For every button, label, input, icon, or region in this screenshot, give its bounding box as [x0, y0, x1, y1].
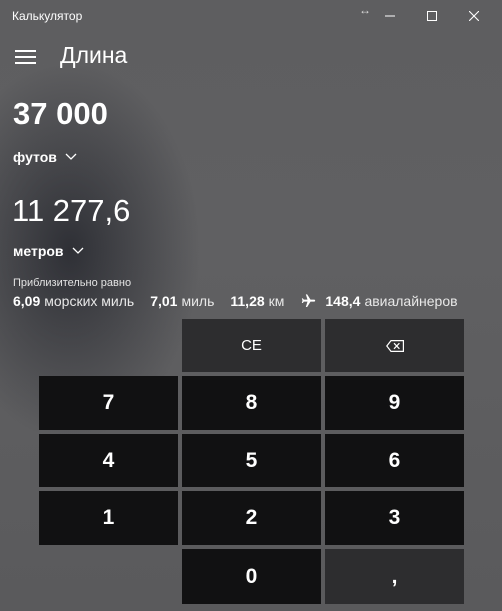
- digit-5-button[interactable]: 5: [182, 434, 321, 487]
- approx-item-km: 11,28 км: [230, 293, 284, 309]
- calculator-window: Калькулятор ↔ Длина 37 000 футов 11 277,…: [0, 0, 502, 611]
- digit-0-button[interactable]: 0: [182, 549, 321, 604]
- airplane-icon: [300, 293, 317, 309]
- close-button[interactable]: [456, 0, 492, 32]
- title-bar[interactable]: Калькулятор ↔: [0, 0, 502, 32]
- to-unit-label: метров: [13, 243, 64, 259]
- minimize-icon: [385, 15, 395, 17]
- backspace-button[interactable]: [325, 319, 464, 372]
- close-icon: [469, 11, 479, 21]
- maximize-icon: [427, 11, 437, 21]
- maximize-button[interactable]: [414, 0, 450, 32]
- minimize-button[interactable]: [372, 0, 408, 32]
- approx-item-nautical-miles: 6,09 морских миль: [13, 293, 134, 309]
- digit-9-button[interactable]: 9: [325, 376, 464, 430]
- digit-8-button[interactable]: 8: [182, 376, 321, 430]
- app-title: Калькулятор: [12, 9, 83, 23]
- chevron-down-icon: [72, 247, 83, 254]
- approx-item-airliners: 148,4 авиалайнеров: [300, 293, 458, 309]
- output-value[interactable]: 11 277,6: [12, 193, 130, 229]
- backspace-icon: [385, 339, 404, 352]
- from-unit-dropdown[interactable]: футов: [13, 149, 77, 165]
- approx-value: 6,09: [13, 293, 41, 309]
- digit-4-button[interactable]: 4: [39, 434, 178, 487]
- digit-7-button[interactable]: 7: [39, 376, 178, 430]
- approx-list: 6,09 морских миль 7,01 миль 11,28 км 148…: [13, 293, 458, 309]
- decimal-button[interactable]: ,: [325, 549, 464, 604]
- digit-6-button[interactable]: 6: [325, 434, 464, 487]
- ce-button[interactable]: CE: [182, 319, 321, 372]
- header: Длина: [0, 36, 502, 76]
- approx-label: Приблизительно равно: [13, 277, 132, 289]
- hamburger-icon[interactable]: [8, 40, 42, 74]
- mode-title: Длина: [60, 42, 128, 68]
- approx-item-miles: 7,01 миль: [150, 293, 214, 309]
- input-value[interactable]: 37 000: [13, 96, 108, 132]
- resize-arrow-icon: ↔: [359, 3, 371, 17]
- digit-1-button[interactable]: 1: [39, 491, 178, 545]
- approx-unit: миль: [181, 293, 215, 309]
- approx-value: 7,01: [150, 293, 178, 309]
- to-unit-dropdown[interactable]: метров: [13, 243, 84, 259]
- approx-value: 148,4: [325, 293, 361, 309]
- approx-unit: км: [268, 293, 285, 309]
- approx-unit: авиалайнеров: [364, 293, 458, 309]
- digit-2-button[interactable]: 2: [182, 491, 321, 545]
- approx-unit: морских миль: [44, 293, 135, 309]
- from-unit-label: футов: [13, 149, 57, 165]
- chevron-down-icon: [65, 153, 77, 160]
- digit-3-button[interactable]: 3: [325, 491, 464, 545]
- approx-value: 11,28: [230, 293, 265, 309]
